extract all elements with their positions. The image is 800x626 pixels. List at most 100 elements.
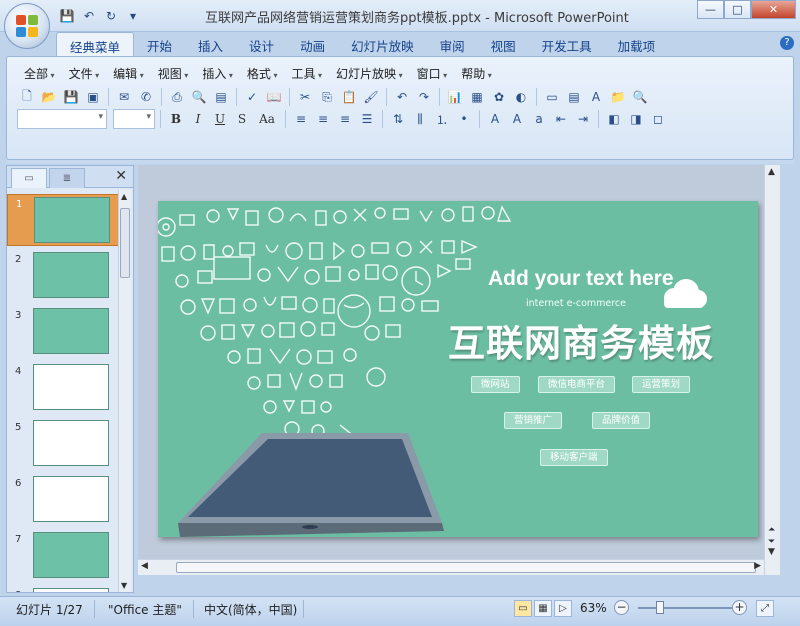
office-button[interactable] bbox=[4, 3, 50, 49]
slide-thumbnail[interactable]: 7 bbox=[7, 530, 119, 582]
scroll-up-icon[interactable]: ▲ bbox=[768, 167, 775, 177]
color-grayscale-icon[interactable]: ◐ bbox=[511, 87, 531, 107]
text-direction-icon[interactable]: ⇅ bbox=[388, 109, 408, 129]
change-case-button[interactable]: Aa bbox=[254, 109, 280, 129]
previous-slide-icon[interactable]: ⏶ bbox=[768, 525, 775, 535]
menu-item-2[interactable]: 编辑 bbox=[106, 65, 151, 82]
format-painter-icon[interactable]: 🖌 bbox=[361, 87, 381, 107]
shadow-button[interactable]: S bbox=[232, 109, 252, 129]
underline-button[interactable]: U bbox=[210, 109, 230, 129]
tab-9[interactable]: 加载项 bbox=[605, 32, 669, 56]
column-icon[interactable]: ⫼ bbox=[410, 109, 430, 129]
slide-thumbnail[interactable]: 3 bbox=[7, 306, 119, 358]
scroll-up-icon[interactable]: ▲ bbox=[121, 192, 127, 201]
open-folder-icon[interactable]: 📂 bbox=[39, 87, 59, 107]
help-icon[interactable]: ? bbox=[780, 36, 794, 50]
zoom-out-icon[interactable]: − bbox=[614, 600, 629, 615]
align-center-icon[interactable]: ≡ bbox=[313, 109, 333, 129]
maximize-button[interactable]: □ bbox=[724, 0, 751, 19]
zoom-level[interactable]: 63% bbox=[580, 601, 607, 615]
shrink-font-icon[interactable]: a bbox=[529, 109, 549, 129]
chart-icon[interactable]: 📊 bbox=[445, 87, 465, 107]
clipart-icon[interactable]: ✿ bbox=[489, 87, 509, 107]
tag-pill[interactable]: 运营策划 bbox=[632, 376, 691, 393]
open-icon[interactable]: 📁 bbox=[608, 87, 628, 107]
print-icon[interactable]: ⎙ bbox=[167, 87, 187, 107]
align-left-icon[interactable]: ≡ bbox=[291, 109, 311, 129]
slide-thumbnail[interactable]: 4 bbox=[7, 362, 119, 414]
justify-icon[interactable]: ☰ bbox=[357, 109, 377, 129]
theme-name[interactable]: "Office 主题" bbox=[108, 601, 182, 618]
language-indicator[interactable]: 中文(简体，中国) bbox=[204, 601, 297, 618]
redo-icon[interactable]: ↻ bbox=[102, 7, 120, 25]
thumbnail-scrollbar[interactable]: ▲ ▼ bbox=[118, 190, 131, 592]
next-slide-icon[interactable]: ⏷ bbox=[768, 537, 775, 547]
tag-pill[interactable]: 微信电商平台 bbox=[538, 376, 616, 393]
grow-font-icon[interactable]: A bbox=[507, 109, 527, 129]
decrease-indent-icon[interactable]: ⇤ bbox=[551, 109, 571, 129]
scroll-right-icon[interactable]: ▶ bbox=[754, 561, 761, 571]
new-slide-icon[interactable]: ▭ bbox=[542, 87, 562, 107]
slide-thumbnail[interactable]: 1 bbox=[7, 194, 119, 246]
align-right-icon[interactable]: ≡ bbox=[335, 109, 355, 129]
outline-tab[interactable]: ≣ bbox=[49, 168, 85, 188]
paste-icon[interactable]: 📋 bbox=[339, 87, 359, 107]
redo-icon[interactable]: ↷ bbox=[414, 87, 434, 107]
menu-item-9[interactable]: 帮助 bbox=[454, 65, 499, 82]
slide-headline[interactable]: Add your text here bbox=[488, 267, 674, 291]
tab-5[interactable]: 幻灯片放映 bbox=[338, 32, 427, 56]
zoom-slider-track[interactable] bbox=[638, 607, 734, 609]
undo-icon[interactable]: ↶ bbox=[80, 7, 98, 25]
tab-8[interactable]: 开发工具 bbox=[529, 32, 605, 56]
research-icon[interactable]: 📖 bbox=[264, 87, 284, 107]
slide-sorter-icon[interactable]: ▦ bbox=[534, 600, 552, 617]
shapes-icon[interactable]: ◻ bbox=[648, 109, 668, 129]
menu-item-7[interactable]: 幻灯片放映 bbox=[329, 65, 410, 82]
slides-tab[interactable]: ▭ bbox=[11, 168, 47, 188]
menu-item-4[interactable]: 插入 bbox=[195, 65, 240, 82]
customize-icon[interactable]: ▾ bbox=[124, 7, 142, 25]
menu-item-3[interactable]: 视图 bbox=[151, 65, 196, 82]
bold-button[interactable]: B bbox=[166, 109, 186, 129]
current-slide[interactable]: Add your text here internet e-commerce 互… bbox=[158, 201, 758, 537]
tab-3[interactable]: 设计 bbox=[236, 32, 287, 56]
new-slide-icon[interactable]: ◨ bbox=[626, 109, 646, 129]
email-icon[interactable]: ✆ bbox=[136, 87, 156, 107]
search-icon[interactable]: 🔍 bbox=[630, 87, 650, 107]
horizontal-scroll-thumb[interactable] bbox=[176, 562, 756, 573]
cut-icon[interactable]: ✂ bbox=[295, 87, 315, 107]
menu-item-0[interactable]: 全部 bbox=[17, 65, 62, 82]
print-preview-icon[interactable]: 🔍 bbox=[189, 87, 209, 107]
undo-icon[interactable]: ↶ bbox=[392, 87, 412, 107]
italic-button[interactable]: I bbox=[188, 109, 208, 129]
slide-thumbnail[interactable]: 6 bbox=[7, 474, 119, 526]
tab-7[interactable]: 视图 bbox=[478, 32, 529, 56]
scroll-left-icon[interactable]: ◀ bbox=[141, 561, 148, 571]
zoom-slider-thumb[interactable] bbox=[656, 601, 664, 614]
pdf-icon[interactable]: ▣ bbox=[83, 87, 103, 107]
font-color-icon[interactable]: A bbox=[485, 109, 505, 129]
spelling-icon[interactable]: ✓ bbox=[242, 87, 262, 107]
slide-layout-icon[interactable]: ▤ bbox=[564, 87, 584, 107]
menu-item-8[interactable]: 窗口 bbox=[410, 65, 455, 82]
bullets-icon[interactable]: • bbox=[454, 109, 474, 129]
tab-4[interactable]: 动画 bbox=[287, 32, 338, 56]
tab-0[interactable]: 经典菜单 bbox=[56, 32, 135, 56]
close-icon[interactable]: ✕ bbox=[115, 168, 127, 184]
tab-6[interactable]: 审阅 bbox=[427, 32, 478, 56]
minimize-button[interactable]: — bbox=[697, 0, 724, 19]
textbox-icon[interactable]: A bbox=[586, 87, 606, 107]
menu-item-6[interactable]: 工具 bbox=[284, 65, 329, 82]
menu-item-5[interactable]: 格式 bbox=[240, 65, 285, 82]
layout-icon[interactable]: ▤ bbox=[211, 87, 231, 107]
tag-pill[interactable]: 营销推广 bbox=[504, 412, 563, 429]
tag-pill[interactable]: 品牌价值 bbox=[592, 412, 651, 429]
menu-item-1[interactable]: 文件 bbox=[62, 65, 107, 82]
tab-2[interactable]: 插入 bbox=[185, 32, 236, 56]
slide-title[interactable]: 互联网商务模板 bbox=[448, 313, 714, 367]
slide-subtitle[interactable]: internet e-commerce bbox=[526, 298, 626, 309]
slideshow-icon[interactable]: ▷ bbox=[554, 600, 572, 617]
font-size-combo[interactable] bbox=[113, 109, 155, 129]
copy-icon[interactable]: ⎘ bbox=[317, 87, 337, 107]
scroll-down-icon[interactable]: ▼ bbox=[768, 547, 775, 557]
